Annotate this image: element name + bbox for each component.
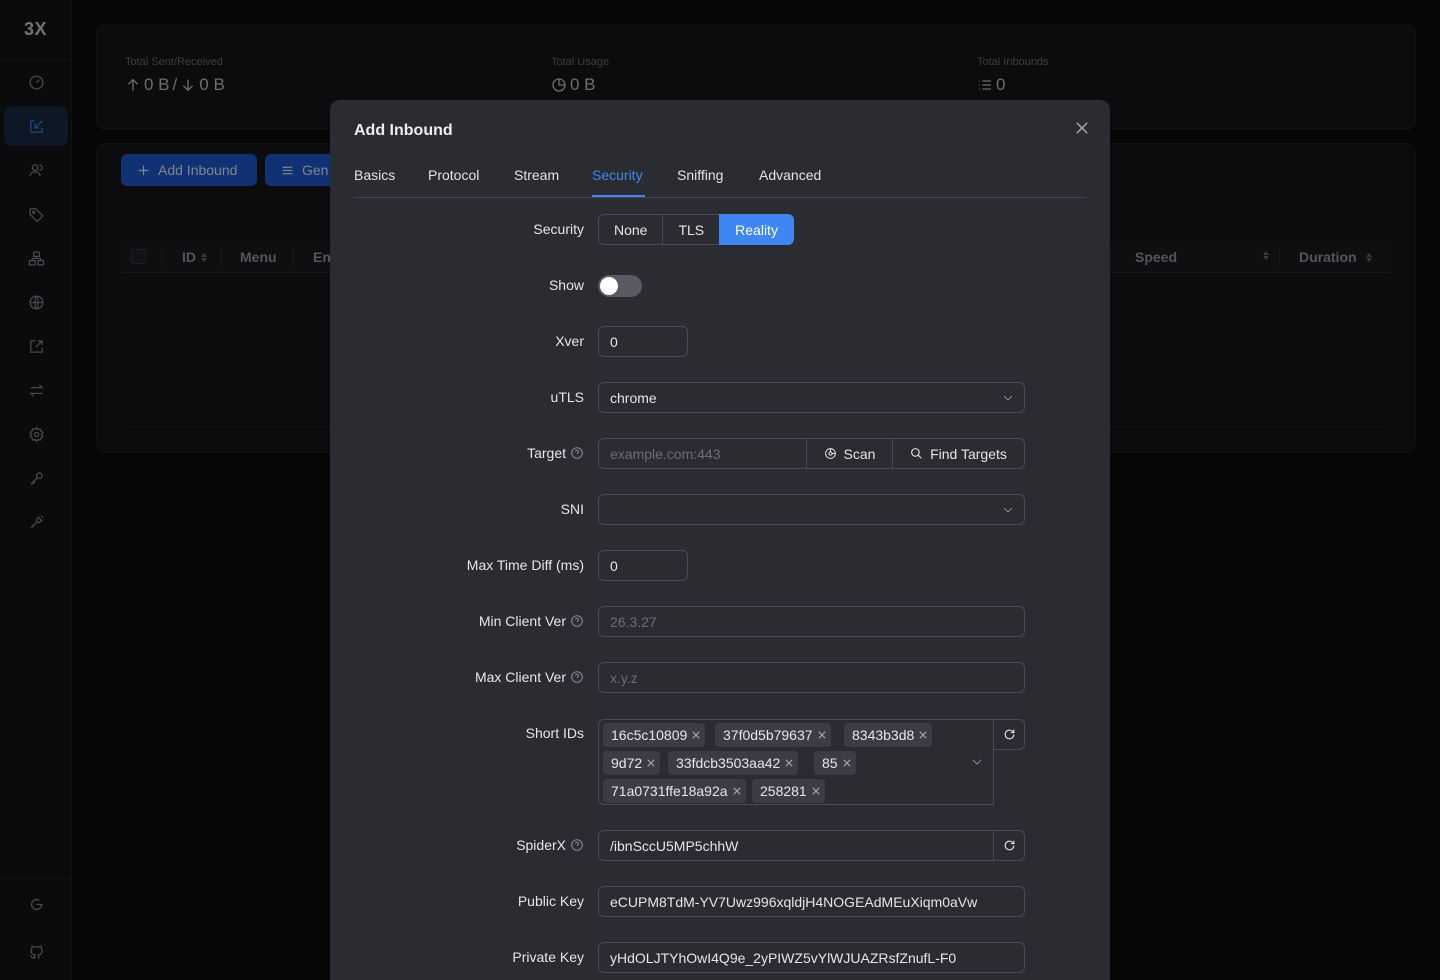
- scan-icon: [824, 448, 836, 459]
- security-label: Security: [533, 221, 584, 237]
- help-icon[interactable]: [570, 446, 584, 460]
- security-option-reality[interactable]: Reality: [719, 214, 794, 245]
- tab-advanced[interactable]: Advanced: [759, 167, 821, 183]
- show-label: Show: [548, 277, 584, 293]
- modal-title: Add Inbound: [354, 122, 453, 139]
- security-option-tls[interactable]: TLS: [662, 214, 721, 245]
- public-key-label: Public Key: [517, 893, 584, 909]
- search-icon: [911, 448, 922, 459]
- help-icon[interactable]: [570, 670, 584, 684]
- close-icon[interactable]: [1073, 119, 1091, 137]
- scan-button[interactable]: Scan: [806, 438, 893, 469]
- sni-select[interactable]: [598, 494, 1025, 525]
- max-time-diff-label: Max Time Diff (ms): [466, 557, 584, 573]
- remove-tag-icon[interactable]: [647, 759, 655, 767]
- spiderx-input[interactable]: /ibnSccU5MP5chhW: [598, 830, 994, 861]
- private-key-input[interactable]: yHdOLJTYhOwI4Q9e_2yPIWZ5vYlWJUAZRsfZnufL…: [598, 942, 1025, 973]
- short-ids-select[interactable]: 16c5c10809 37f0d5b79637 8343b3d8 9d72 33…: [598, 719, 994, 805]
- min-client-ver-input[interactable]: 26.3.27: [598, 606, 1025, 637]
- active-tab-indicator: [592, 195, 645, 197]
- toggle-knob: [600, 277, 618, 295]
- tab-basics[interactable]: Basics: [354, 167, 395, 183]
- remove-tag-icon[interactable]: [692, 731, 700, 739]
- short-ids-label: Short IDs: [525, 725, 584, 741]
- short-id-tag: 71a0731ffe18a92a: [603, 779, 746, 803]
- tab-stream[interactable]: Stream: [514, 167, 559, 183]
- tab-protocol[interactable]: Protocol: [428, 167, 479, 183]
- help-icon[interactable]: [570, 838, 584, 852]
- security-option-none[interactable]: None: [598, 214, 664, 245]
- remove-tag-icon[interactable]: [842, 759, 851, 767]
- add-inbound-modal: Add Inbound Basics Protocol Stream Secur…: [330, 100, 1110, 980]
- refresh-icon: [1004, 840, 1014, 851]
- spiderx-label: SpiderX: [516, 837, 584, 853]
- remove-tag-icon[interactable]: [785, 759, 793, 767]
- utls-label: uTLS: [550, 389, 584, 405]
- tab-sniffing[interactable]: Sniffing: [677, 167, 723, 183]
- remove-tag-icon[interactable]: [817, 731, 826, 739]
- short-id-tag: 8343b3d8: [844, 723, 933, 747]
- remove-tag-icon[interactable]: [919, 731, 927, 739]
- regenerate-short-ids-button[interactable]: [993, 719, 1025, 750]
- short-id-tag: 9d72: [603, 751, 661, 775]
- xver-input[interactable]: 0: [598, 326, 688, 357]
- security-selector: None TLS Reality: [598, 214, 794, 245]
- short-id-tag: 85: [814, 751, 856, 775]
- show-toggle[interactable]: [598, 275, 642, 297]
- short-id-tag: 37f0d5b79637: [715, 723, 831, 747]
- sni-label: SNI: [560, 501, 584, 517]
- help-icon[interactable]: [570, 614, 584, 628]
- target-label: Target: [527, 445, 584, 461]
- modal-tabs: Basics Protocol Stream Security Sniffing…: [354, 166, 1086, 198]
- utls-select[interactable]: chrome: [598, 382, 1025, 413]
- chevron-down-icon: [1003, 507, 1013, 513]
- refresh-icon: [1004, 729, 1014, 740]
- private-key-label: Private Key: [512, 949, 584, 965]
- max-client-ver-input[interactable]: x.y.z: [598, 662, 1025, 693]
- target-input[interactable]: example.com:443: [598, 438, 807, 469]
- short-id-tag: 33fdcb3503aa42: [668, 751, 799, 775]
- chevron-down-icon: [1003, 395, 1013, 401]
- find-targets-button[interactable]: Find Targets: [892, 438, 1025, 469]
- tab-security[interactable]: Security: [592, 167, 643, 183]
- regenerate-spiderx-button[interactable]: [993, 830, 1025, 861]
- chevron-down-icon: [972, 759, 982, 765]
- xver-label: Xver: [555, 333, 584, 349]
- public-key-input[interactable]: eCUPM8TdM-YV7Uwz996xqldjH4NOGEAdMEuXiqm0…: [598, 886, 1025, 917]
- max-time-diff-input[interactable]: 0: [598, 550, 688, 581]
- remove-tag-icon[interactable]: [732, 787, 741, 795]
- short-id-tag: 258281: [752, 779, 825, 803]
- min-client-ver-label: Min Client Ver: [479, 613, 584, 629]
- max-client-ver-label: Max Client Ver: [475, 669, 584, 685]
- short-id-tag: 16c5c10809: [603, 723, 706, 747]
- remove-tag-icon[interactable]: [812, 787, 820, 795]
